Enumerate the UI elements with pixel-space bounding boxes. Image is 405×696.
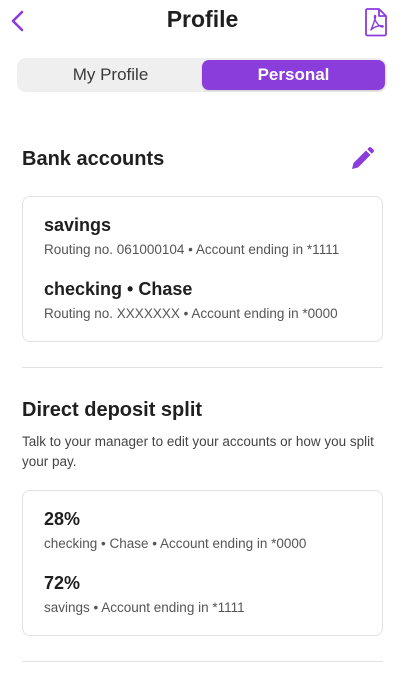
- account-name: checking • Chase: [44, 279, 193, 299]
- section-divider: [22, 661, 383, 662]
- split-percent: 72%: [44, 573, 81, 593]
- account-detail: Routing no. XXXXXXX • Account ending in …: [44, 306, 338, 321]
- tab-my-profile[interactable]: My Profile: [19, 60, 202, 90]
- section-divider: [22, 367, 383, 368]
- profile-tab-switcher: My Profile Personal: [17, 58, 387, 92]
- split-detail: savings • Account ending in *1111: [44, 600, 245, 615]
- pdf-export-button[interactable]: [363, 7, 389, 37]
- tab-personal[interactable]: Personal: [202, 60, 385, 90]
- bank-accounts-card: savings Routing no. 061000104 • Account …: [22, 196, 383, 342]
- bank-accounts-heading: Bank accounts: [22, 148, 165, 170]
- pencil-icon: [352, 147, 374, 169]
- split-detail: checking • Chase • Account ending in *00…: [44, 536, 307, 551]
- page-title: Profile: [166, 6, 239, 32]
- header: Profile: [0, 0, 405, 44]
- direct-deposit-note: Talk to your manager to edit your accoun…: [22, 434, 374, 469]
- direct-deposit-card: 28% checking • Chase • Account ending in…: [22, 490, 383, 636]
- split-percent: 28%: [44, 509, 81, 529]
- pdf-document-icon: [365, 8, 387, 37]
- edit-bank-accounts-button[interactable]: [349, 146, 375, 172]
- account-detail: Routing no. 061000104 • Account ending i…: [44, 242, 340, 257]
- account-name: savings: [44, 215, 112, 235]
- direct-deposit-heading: Direct deposit split: [22, 399, 203, 421]
